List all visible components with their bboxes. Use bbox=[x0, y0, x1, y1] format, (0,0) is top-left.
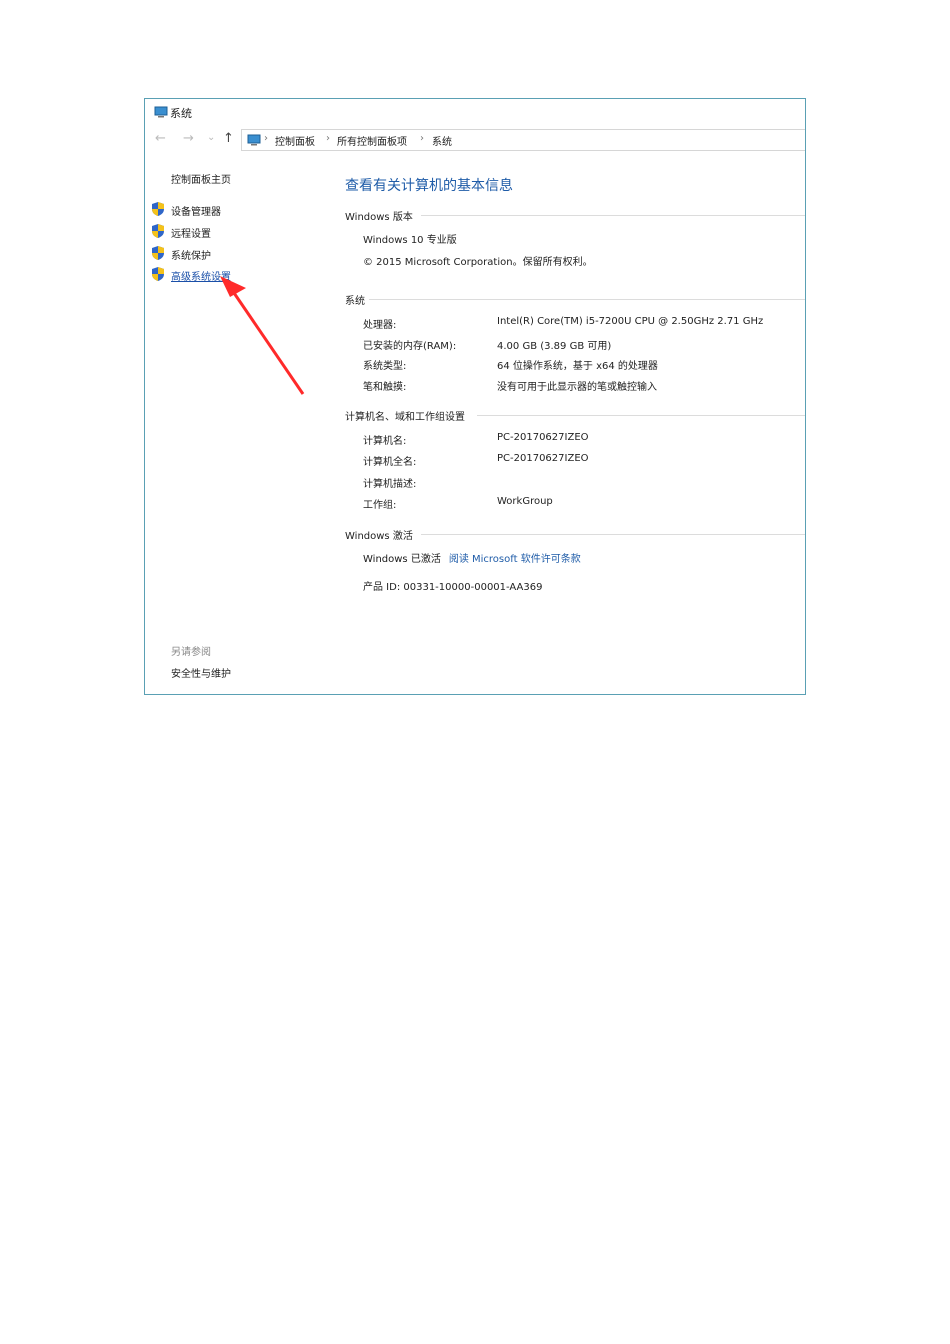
breadcrumb-separator-icon: › bbox=[420, 133, 424, 144]
activation-row: Windows 已激活 阅读 Microsoft 软件许可条款 bbox=[363, 550, 581, 565]
shield-icon bbox=[152, 246, 164, 260]
shield-icon bbox=[152, 267, 164, 281]
sidebar-item-label: 高级系统设置 bbox=[171, 272, 231, 283]
section-header-computer-name: 计算机名、域和工作组设置 bbox=[345, 412, 465, 423]
address-bar[interactable]: › 控制面板 › 所有控制面板项 › 系统 bbox=[241, 129, 805, 151]
up-arrow-icon[interactable]: ↑ bbox=[223, 131, 234, 146]
section-divider bbox=[477, 415, 805, 416]
breadcrumb-separator-icon: › bbox=[326, 133, 330, 144]
computer-value-workgroup: WorkGroup bbox=[497, 496, 553, 507]
section-divider bbox=[421, 215, 805, 216]
computer-label-full-name: 计算机全名: bbox=[363, 457, 417, 468]
system-value-pen: 没有可用于此显示器的笔或触控输入 bbox=[497, 382, 657, 393]
system-value-ram: 4.00 GB (3.89 GB 可用) bbox=[497, 341, 612, 352]
section-divider bbox=[421, 534, 805, 535]
section-divider bbox=[369, 299, 805, 300]
computer-label-description: 计算机描述: bbox=[363, 479, 417, 490]
section-header-system: 系统 bbox=[345, 296, 365, 307]
system-label-pen: 笔和触摸: bbox=[363, 382, 407, 393]
section-header-activation: Windows 激活 bbox=[345, 531, 413, 542]
system-label-processor: 处理器: bbox=[363, 320, 397, 331]
computer-value-name: PC-20170627IZEO bbox=[497, 432, 589, 443]
copyright-text: © 2015 Microsoft Corporation。保留所有权利。 bbox=[363, 257, 593, 268]
control-panel-icon bbox=[247, 134, 261, 146]
title-bar: 系统 bbox=[145, 99, 805, 125]
see-also-heading: 另请参阅 bbox=[171, 647, 211, 658]
sidebar-item-label: 系统保护 bbox=[171, 251, 211, 262]
sidebar-item-label: 设备管理器 bbox=[171, 207, 221, 218]
system-window: 系统 ← → ⌄ ↑ › 控制面板 › 所有控制面板项 › 系统 控制面板主页 … bbox=[144, 98, 806, 695]
activation-status: Windows 已激活 bbox=[363, 554, 441, 565]
edition-name: Windows 10 专业版 bbox=[363, 235, 457, 246]
computer-value-full-name: PC-20170627IZEO bbox=[497, 453, 589, 464]
system-label-ram: 已安装的内存(RAM): bbox=[363, 341, 457, 352]
window-title: 系统 bbox=[170, 107, 192, 120]
sidebar-item-label: 远程设置 bbox=[171, 229, 211, 240]
security-maintenance-link[interactable]: 安全性与维护 bbox=[171, 665, 231, 680]
computer-icon bbox=[154, 106, 168, 118]
page-title: 查看有关计算机的基本信息 bbox=[345, 178, 513, 194]
breadcrumb-all-items[interactable]: 所有控制面板项 bbox=[337, 133, 407, 148]
breadcrumb-system[interactable]: 系统 bbox=[432, 133, 452, 148]
navigation-bar: ← → ⌄ ↑ › 控制面板 › 所有控制面板项 › 系统 bbox=[145, 129, 805, 151]
back-arrow-icon[interactable]: ← bbox=[155, 131, 166, 146]
computer-label-workgroup: 工作组: bbox=[363, 500, 397, 511]
license-terms-link[interactable]: 阅读 Microsoft 软件许可条款 bbox=[449, 554, 581, 565]
computer-label-name: 计算机名: bbox=[363, 436, 407, 447]
breadcrumb-separator-icon: › bbox=[264, 133, 268, 144]
recent-locations-icon[interactable]: ⌄ bbox=[207, 132, 215, 143]
section-header-windows-edition: Windows 版本 bbox=[345, 212, 413, 223]
breadcrumb-control-panel[interactable]: 控制面板 bbox=[275, 133, 315, 148]
shield-icon bbox=[152, 224, 164, 238]
forward-arrow-icon[interactable]: → bbox=[183, 131, 194, 146]
system-label-type: 系统类型: bbox=[363, 361, 407, 372]
sidebar-control-panel-home[interactable]: 控制面板主页 bbox=[171, 171, 231, 186]
system-value-type: 64 位操作系统，基于 x64 的处理器 bbox=[497, 361, 658, 372]
product-id: 产品 ID: 00331-10000-00001-AA369 bbox=[363, 582, 543, 593]
shield-icon bbox=[152, 202, 164, 216]
system-value-processor: Intel(R) Core(TM) i5-7200U CPU @ 2.50GHz… bbox=[497, 316, 764, 327]
